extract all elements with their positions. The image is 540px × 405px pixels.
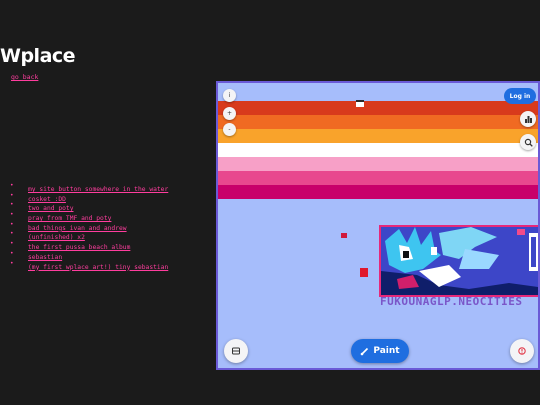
storage-button[interactable] — [224, 339, 248, 363]
list-item: • two and poty — [10, 200, 168, 212]
paint-button[interactable]: Paint — [351, 339, 409, 363]
zoom-in-button[interactable]: + — [223, 107, 236, 120]
bullet-icon: • — [10, 191, 14, 199]
flag-stripe — [218, 157, 538, 171]
bullet-icon: • — [10, 201, 14, 209]
list-item: • my site button somewhere in the water — [10, 181, 168, 193]
location-icon — [518, 347, 526, 355]
flag-stripe — [218, 101, 538, 115]
art-caption: FUKOUNAGLP.NEOCITIES — [380, 295, 523, 308]
list-item: • the first pussa beach album — [10, 239, 168, 251]
go-back-link[interactable]: go back — [11, 73, 38, 81]
paint-label: Paint — [373, 346, 400, 356]
list-item: • cosket :DD — [10, 191, 168, 203]
list-item: • bad things ivan and andrew — [10, 220, 168, 232]
flag-stripe — [218, 185, 538, 199]
bullet-icon: • — [10, 211, 14, 219]
brush-icon — [361, 347, 369, 355]
search-button[interactable] — [520, 134, 536, 150]
bar-chart-icon — [524, 115, 532, 123]
pixel-sprite — [360, 268, 368, 277]
pixel-sprite — [341, 233, 347, 238]
list-item: • sebastian — [10, 249, 168, 261]
pixel-sprite — [356, 100, 364, 107]
list-item: • (my first wplace art!) tiny sebastian — [10, 259, 168, 271]
link-item[interactable]: (my first wplace art!) tiny sebastian — [28, 264, 168, 271]
search-icon — [524, 138, 533, 147]
drawer-icon — [232, 347, 240, 355]
bullet-icon: • — [10, 249, 14, 257]
bullet-icon: • — [10, 259, 14, 267]
wplace-map-embed[interactable]: i + - Log in FUKOUNAGLP.NEOCITIES Paint — [216, 81, 540, 370]
list-item: • (unfinished) x2 — [10, 229, 168, 241]
info-icon: i — [228, 92, 231, 99]
flag-stripe — [218, 171, 538, 185]
plus-icon: + — [226, 110, 233, 117]
zoom-out-button[interactable]: - — [223, 123, 236, 136]
flag-stripe — [218, 143, 538, 157]
bullet-icon: • — [10, 240, 14, 248]
wplace-logo[interactable]: Wplace — [0, 45, 76, 67]
link-list: • my site button somewhere in the water •… — [10, 181, 168, 271]
pixel-artwork — [379, 225, 538, 297]
leaderboard-button[interactable] — [520, 111, 536, 127]
minus-icon: - — [228, 126, 231, 133]
bullet-icon: • — [10, 182, 14, 189]
info-button[interactable]: i — [223, 89, 236, 102]
flag-stripe — [218, 129, 538, 143]
flag-stripe — [218, 115, 538, 129]
list-item: • pray from TMF and poty — [10, 210, 168, 222]
login-button[interactable]: Log in — [504, 88, 536, 104]
bullet-icon: • — [10, 230, 14, 238]
locate-button[interactable] — [510, 339, 534, 363]
bullet-icon: • — [10, 220, 14, 228]
